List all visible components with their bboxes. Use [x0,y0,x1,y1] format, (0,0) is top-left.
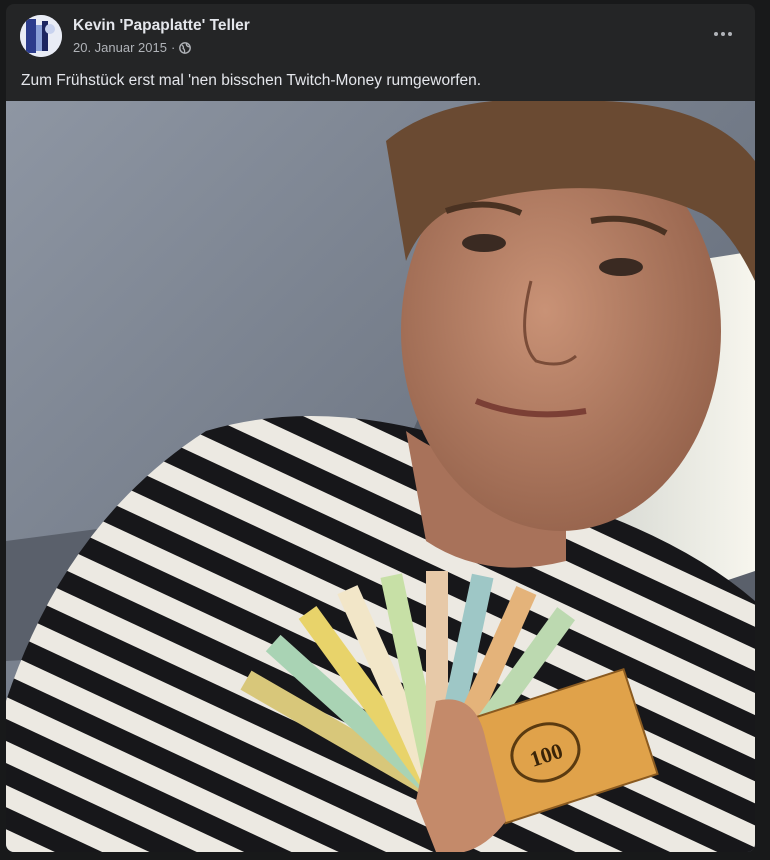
avatar[interactable] [20,15,62,57]
post-header: Kevin 'Papaplatte' Teller 20. Januar 201… [6,4,755,64]
post-meta: 20. Januar 2015 · [73,40,192,55]
more-options-icon[interactable] [705,20,741,48]
meta-separator: · [170,40,176,55]
post-caption: Zum Frühstück erst mal 'nen bisschen Twi… [21,72,482,89]
globe-icon[interactable] [179,41,192,54]
post-card: Kevin 'Papaplatte' Teller 20. Januar 201… [6,4,755,852]
photo-illustration: 100 [6,101,755,852]
author-name[interactable]: Kevin 'Papaplatte' Teller [73,17,250,35]
avatar-image [20,15,62,57]
post-date[interactable]: 20. Januar 2015 [73,40,167,55]
post-photo[interactable]: 100 [6,101,755,852]
